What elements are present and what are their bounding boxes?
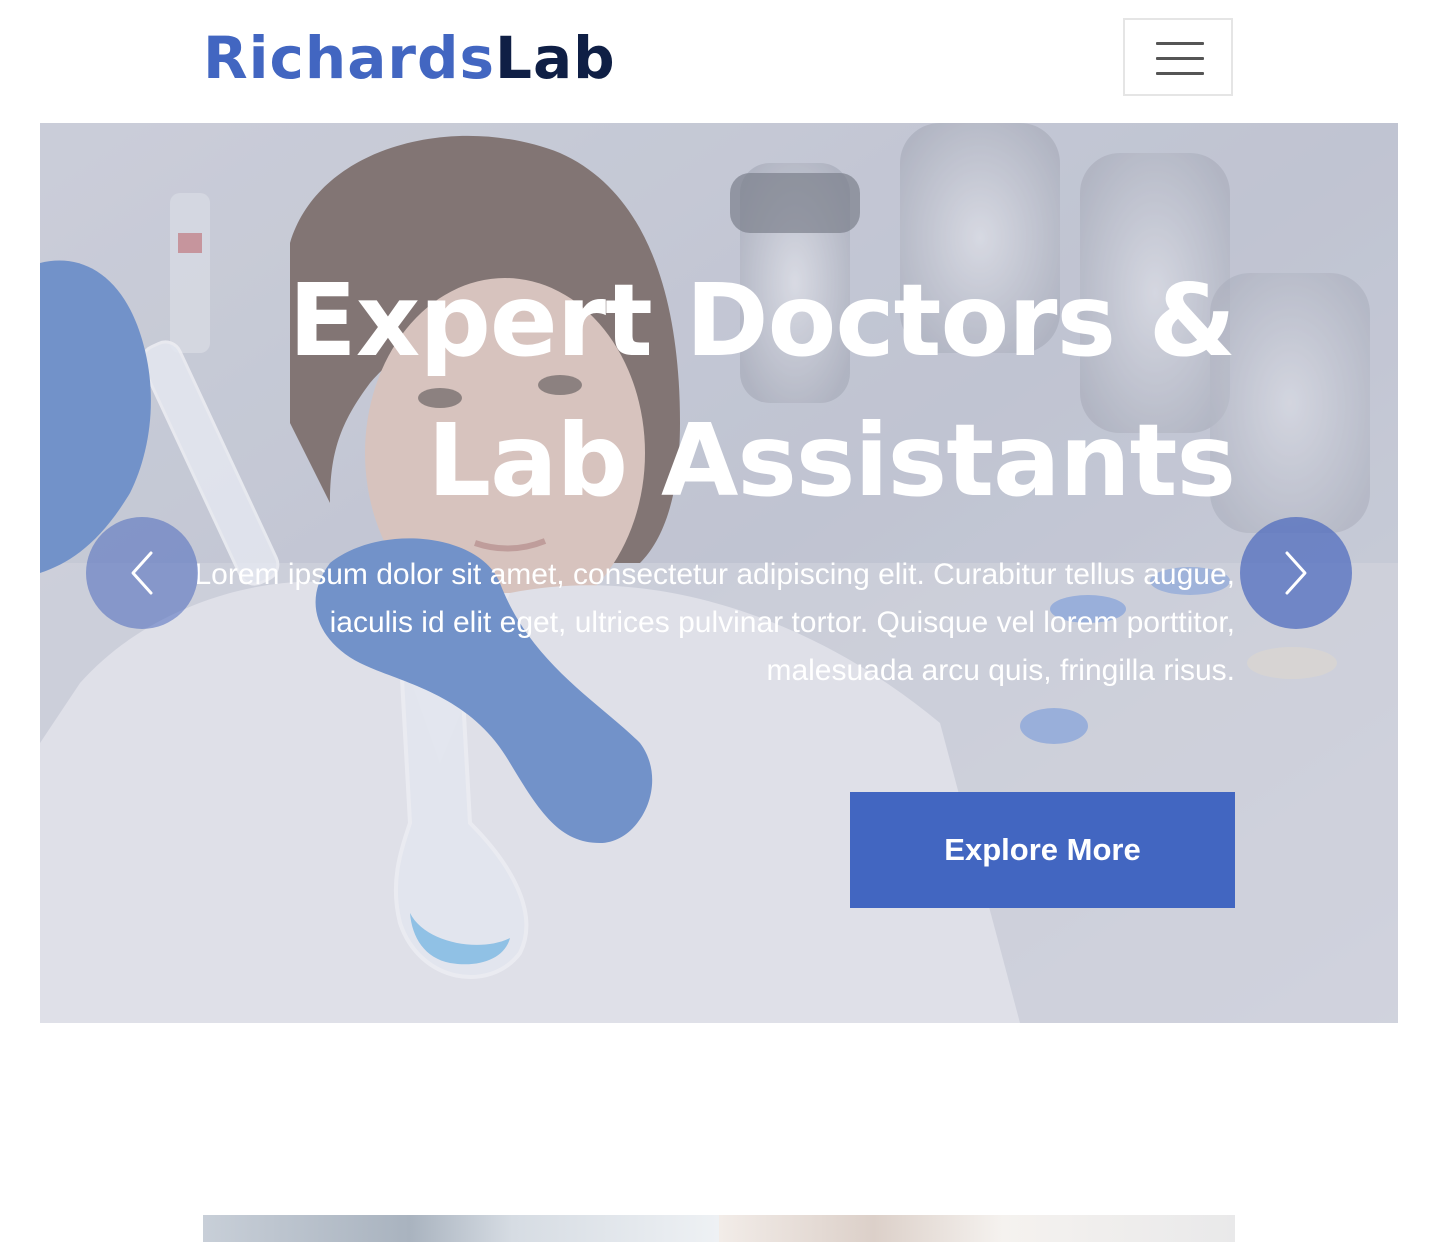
gallery-image-doctors bbox=[719, 1215, 1235, 1242]
carousel-next-button[interactable] bbox=[1240, 517, 1352, 629]
hamburger-line-icon bbox=[1156, 57, 1204, 60]
gallery-image-lab-equipment bbox=[203, 1215, 719, 1242]
hamburger-line-icon bbox=[1156, 72, 1204, 75]
explore-more-button[interactable]: Explore More bbox=[850, 792, 1235, 908]
hero-description: Lorem ipsum dolor sit amet, consectetur … bbox=[194, 558, 1235, 687]
hamburger-line-icon bbox=[1156, 42, 1204, 45]
brand-logo-richards: Richards bbox=[203, 24, 495, 92]
carousel-prev-button[interactable] bbox=[86, 517, 198, 629]
chevron-right-icon bbox=[1285, 551, 1307, 595]
hero-carousel: Expert Doctors & Lab Assistants Lorem ip… bbox=[40, 123, 1398, 1023]
top-navbar: RichardsLab bbox=[0, 0, 1432, 123]
brand-logo[interactable]: RichardsLab bbox=[203, 22, 616, 94]
brand-logo-lab: Lab bbox=[495, 24, 616, 92]
hero-title: Expert Doctors & Lab Assistants bbox=[288, 262, 1237, 519]
menu-toggle-button[interactable] bbox=[1123, 18, 1233, 96]
chevron-left-icon bbox=[131, 551, 153, 595]
